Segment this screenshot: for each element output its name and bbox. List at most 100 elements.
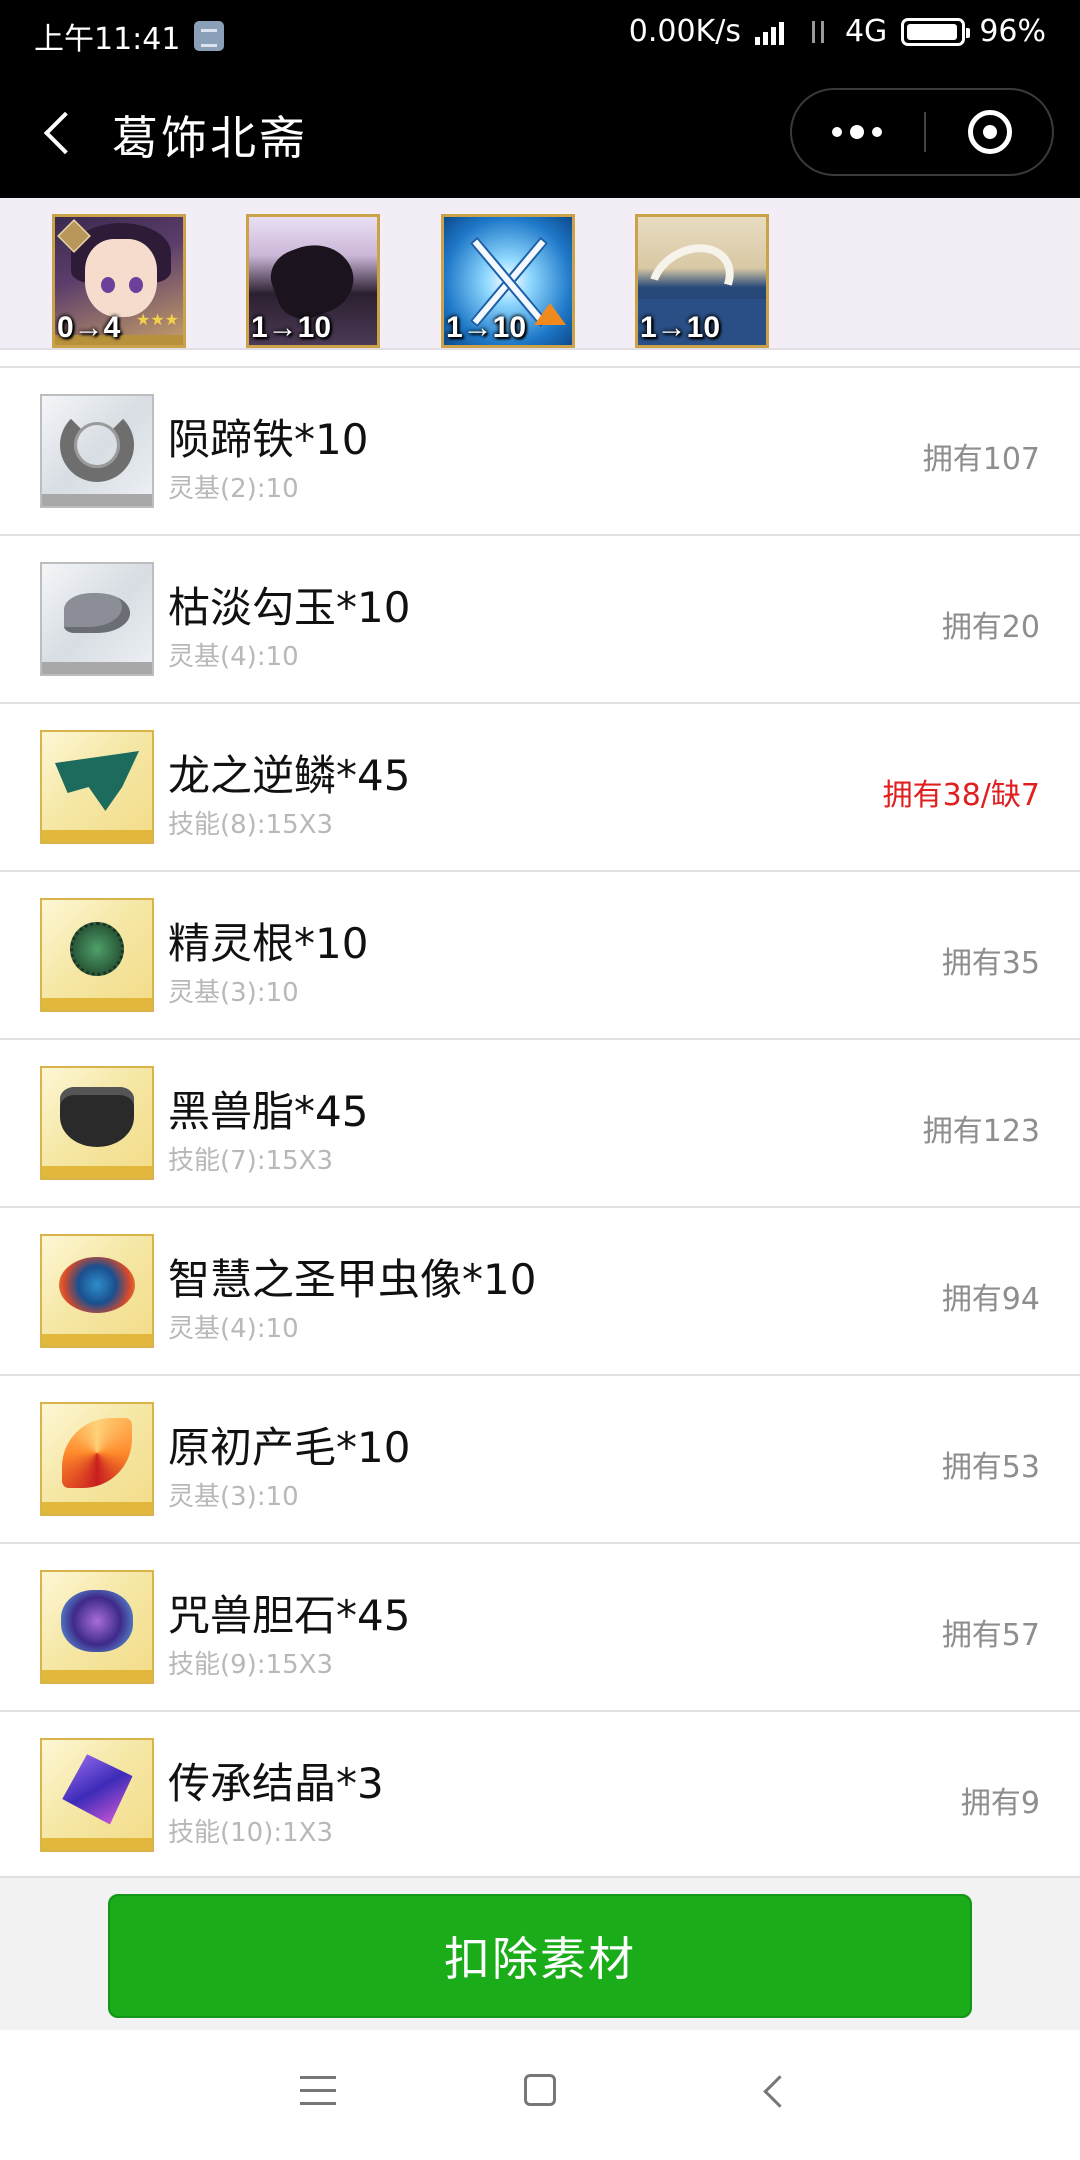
page-title: 葛饰北斋 [112, 111, 308, 165]
material-name: 咒兽胆石*45 [168, 1591, 411, 1640]
list-item[interactable]: 咒兽胆石*45 技能(9):15X3 拥有57 [0, 1544, 1080, 1712]
dragon-scale-icon [55, 751, 139, 811]
owned-count: 拥有53 [941, 1450, 1040, 1485]
material-thumb [40, 1402, 154, 1516]
list-item[interactable]: 龙之逆鳞*45 技能(8):15X3 拥有38/缺7 [0, 704, 1080, 872]
glyph-wrap [42, 900, 152, 998]
glyph-wrap [42, 732, 152, 830]
glyph-wrap [42, 1740, 152, 1838]
owned-count: 拥有94 [941, 1282, 1040, 1317]
crystal-icon [59, 1751, 135, 1827]
servant-eye-right [129, 277, 143, 293]
glyph-wrap [42, 1404, 152, 1502]
thumb-plate [42, 662, 152, 674]
buff-up-arrow-icon [534, 303, 566, 325]
material-thumb [40, 562, 154, 676]
thumb-plate [42, 1838, 152, 1850]
action-bar: 扣除素材 [0, 1876, 1080, 2030]
scarab-icon [59, 1257, 135, 1313]
servant-eye-left [101, 277, 115, 293]
thumb-plate [42, 1334, 152, 1346]
material-name: 枯淡勾玉*10 [168, 583, 411, 632]
list-top-spacer [0, 350, 1080, 368]
list-item[interactable]: 黑兽脂*45 技能(7):15X3 拥有123 [0, 1040, 1080, 1208]
thumb-plate [42, 1502, 152, 1514]
home-square-icon[interactable] [524, 2074, 556, 2106]
glyph-wrap [42, 1236, 152, 1334]
data-transfer-icon [805, 19, 831, 45]
system-back-icon[interactable] [758, 2076, 788, 2106]
material-name: 原初产毛*10 [168, 1423, 411, 1472]
glyph-wrap [42, 1068, 152, 1166]
more-options-button[interactable] [792, 90, 922, 174]
status-time: 上午11:41 [34, 22, 181, 57]
ascension-level: 0→4 [57, 311, 121, 344]
material-usage: 灵基(4):10 [168, 1314, 299, 1344]
back-arrow-icon[interactable] [38, 106, 88, 158]
cauldron-icon [60, 1087, 134, 1147]
navigation-bar: 葛饰北斋 [0, 66, 1080, 198]
servant-card[interactable]: ★★★ 0→4 [52, 214, 186, 348]
material-thumb [40, 1570, 154, 1684]
more-dot-right [872, 127, 882, 137]
glyph-wrap [42, 1572, 152, 1670]
list-item[interactable]: 枯淡勾玉*10 灵基(4):10 拥有20 [0, 536, 1080, 704]
material-thumb [40, 1066, 154, 1180]
glyph-wrap [42, 564, 152, 662]
list-item[interactable]: 陨蹄铁*10 灵基(2):10 拥有107 [0, 368, 1080, 536]
owned-count-shortage: 拥有38/缺7 [882, 778, 1040, 813]
owned-count: 拥有9 [960, 1786, 1040, 1821]
material-name: 陨蹄铁*10 [168, 415, 369, 464]
skill-3-level: 1→10 [640, 311, 721, 344]
owned-count: 拥有123 [922, 1114, 1040, 1149]
thumb-plate [42, 998, 152, 1010]
skill-card-2[interactable]: 1→10 [441, 214, 575, 348]
owned-count: 拥有35 [941, 946, 1040, 981]
skill-card-3[interactable]: 1→10 [635, 214, 769, 348]
servant-face [85, 239, 157, 317]
thumb-plate [42, 1166, 152, 1178]
skill-card-1[interactable]: 1→10 [246, 214, 380, 348]
thumb-plate [42, 494, 152, 506]
material-usage: 技能(8):15X3 [168, 810, 334, 840]
material-name: 传承结晶*3 [168, 1759, 384, 1808]
menu-icon[interactable] [300, 2076, 336, 2106]
material-thumb [40, 394, 154, 508]
list-item[interactable]: 精灵根*10 灵基(3):10 拥有35 [0, 872, 1080, 1040]
message-notification-icon [194, 21, 225, 51]
more-dots-icon [832, 127, 842, 137]
material-usage: 技能(10):1X3 [168, 1818, 334, 1848]
material-usage: 技能(9):15X3 [168, 1650, 334, 1680]
thumb-plate [42, 1670, 152, 1682]
owned-count: 拥有20 [941, 610, 1040, 645]
feather-icon [62, 1418, 132, 1488]
material-thumb [40, 1234, 154, 1348]
close-mini-program-button[interactable] [926, 90, 1054, 174]
signal-strength-icon [754, 19, 791, 45]
gallstone-icon [61, 1590, 133, 1652]
network-speed: 0.00K/s [628, 14, 741, 49]
material-usage: 灵基(2):10 [168, 474, 299, 504]
material-name: 智慧之圣甲虫像*10 [168, 1255, 537, 1304]
horseshoe-icon [60, 408, 134, 482]
status-right: 0.00K/s 4G 96% [629, 14, 1046, 49]
list-item[interactable]: 原初产毛*10 灵基(3):10 拥有53 [0, 1376, 1080, 1544]
list-item[interactable]: 智慧之圣甲虫像*10 灵基(4):10 拥有94 [0, 1208, 1080, 1376]
list-item[interactable]: 传承结晶*3 技能(10):1X3 拥有9 [0, 1712, 1080, 1880]
system-navigation-bar [0, 2030, 1080, 2160]
material-name: 黑兽脂*45 [168, 1087, 369, 1136]
network-type: 4G [844, 14, 888, 49]
material-thumb [40, 898, 154, 1012]
status-left: 上午11:41 [34, 14, 225, 58]
material-usage: 灵基(4):10 [168, 642, 299, 672]
battery-level: 96% [979, 14, 1046, 49]
deduct-materials-button[interactable]: 扣除素材 [108, 1894, 972, 2018]
material-thumb [40, 730, 154, 844]
mini-program-capsule [790, 88, 1054, 176]
battery-icon [901, 17, 971, 46]
thumb-plate [42, 830, 152, 842]
owned-count: 拥有107 [922, 442, 1040, 477]
skill-2-level: 1→10 [446, 311, 527, 344]
material-usage: 灵基(3):10 [168, 978, 299, 1008]
target-circle-icon [968, 110, 1012, 154]
